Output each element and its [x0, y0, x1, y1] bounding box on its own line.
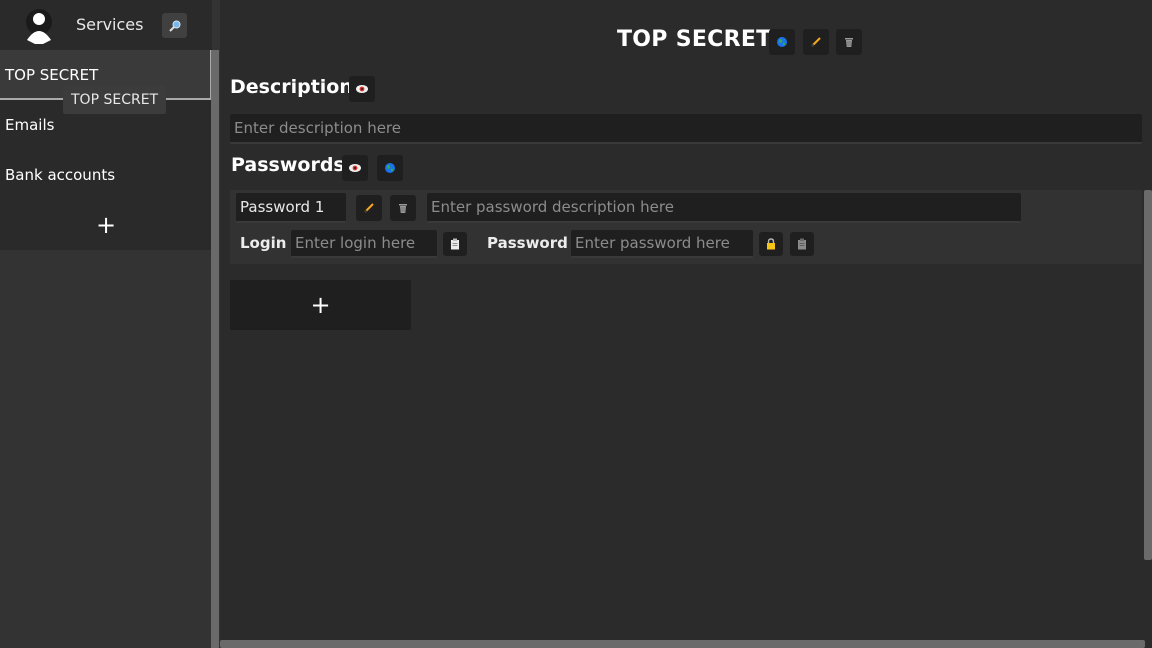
password-name-field[interactable]: Password 1	[236, 193, 346, 223]
clipboard-icon[interactable]	[443, 232, 467, 256]
sidebar-item-label: Emails	[5, 116, 55, 134]
password-entry: Password 1 Enter password description he…	[230, 190, 1142, 264]
passwords-label: Passwords	[231, 154, 345, 176]
main-vertical-scrollbar[interactable]	[1144, 190, 1152, 560]
globe-icon[interactable]	[377, 155, 403, 181]
user-icon[interactable]	[24, 8, 54, 46]
trash-icon[interactable]	[390, 195, 416, 221]
add-service-button[interactable]: +	[0, 200, 212, 250]
pencil-icon[interactable]	[803, 29, 829, 55]
pencil-icon[interactable]	[356, 195, 382, 221]
page-title: TOP SECRET	[617, 27, 772, 52]
search-icon[interactable]	[162, 13, 187, 38]
login-label: Login	[240, 234, 287, 252]
globe-icon[interactable]	[769, 29, 795, 55]
description-label: Description	[230, 76, 353, 98]
password-label: Password	[487, 234, 568, 252]
password-input[interactable]: Enter password here	[571, 230, 753, 258]
sidebar-title: Services	[76, 15, 144, 34]
sidebar-scrollbar[interactable]	[211, 50, 219, 648]
tooltip: TOP SECRET	[63, 86, 167, 114]
add-password-button[interactable]: +	[230, 280, 411, 330]
lock-icon[interactable]	[759, 232, 783, 256]
sidebar-item-label: TOP SECRET	[5, 66, 99, 84]
clipboard-icon[interactable]	[790, 232, 814, 256]
eye-icon[interactable]	[342, 155, 368, 181]
sidebar-item-label: Bank accounts	[5, 166, 116, 184]
sidebar-header: Services	[0, 0, 212, 50]
sidebar: Services TOP SECRET Emails Bank accounts…	[0, 0, 219, 648]
password-description-input[interactable]: Enter password description here	[427, 193, 1021, 223]
description-input[interactable]: Enter description here	[230, 114, 1142, 144]
main-horizontal-scrollbar[interactable]	[220, 640, 1145, 648]
trash-icon[interactable]	[836, 29, 862, 55]
main-panel: TOP SECRET Description Enter description…	[220, 0, 1152, 648]
login-input[interactable]: Enter login here	[291, 230, 437, 258]
eye-icon[interactable]	[349, 76, 375, 102]
sidebar-item-bank-accounts[interactable]: Bank accounts	[0, 150, 212, 200]
